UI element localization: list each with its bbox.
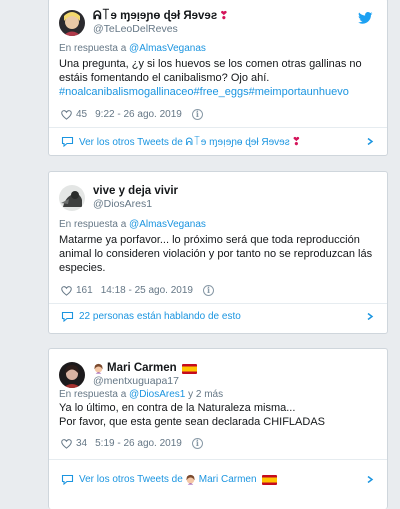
display-name-text[interactable]: Mari Carmen [107, 362, 177, 375]
conversation-icon [61, 136, 74, 147]
user-handle[interactable]: @TeLeoDelReves [93, 23, 228, 36]
tweet-meta: 45 9:22 - 26 ago. 2019 i [61, 109, 203, 120]
avatar[interactable] [59, 185, 85, 211]
divider [49, 127, 387, 128]
timestamp[interactable]: 14:18 - 25 ago. 2019 [101, 285, 193, 296]
woman-emoji-icon [94, 363, 103, 374]
tweet-text: Matarme ya porfavor... lo próximo será q… [59, 233, 379, 275]
tweet-meta: 34 5:19 - 26 ago. 2019 i [61, 438, 203, 449]
display-name[interactable]: vive y deja vivir [93, 185, 178, 198]
tweet-card[interactable]: vive y deja vivir @DiosAres1 En respuest… [48, 171, 388, 334]
spain-flag-icon [261, 474, 277, 485]
like-count: 161 [76, 285, 93, 296]
heart-emoji-icon: ❣ [291, 136, 301, 148]
heart-emoji-icon: ❣ [219, 10, 229, 22]
tweet-header: vive y deja vivir @DiosAres1 [59, 185, 178, 211]
reply-prefix: En respuesta a [59, 43, 130, 54]
heart-icon[interactable] [61, 109, 72, 120]
more-tweets-link[interactable]: Ver los otros Tweets de ᕱ꓄ɘ ɱɘı̣ɘɲɵ ɖɘł … [61, 135, 375, 148]
like-count: 34 [76, 438, 88, 449]
conversation-icon [61, 311, 74, 322]
reply-mention-link[interactable]: @AlmasVeganas [129, 219, 206, 230]
display-name-text[interactable]: ᕱ꓄ɘ ɱɘı̣ɘɲɵ ɖɘł Яɘvɘƨ [93, 10, 217, 23]
avatar[interactable] [59, 10, 85, 36]
conversation-icon [61, 474, 74, 485]
like-count: 45 [76, 109, 88, 120]
tweet-text: Una pregunta, ¿y si los huevos se los co… [59, 57, 379, 99]
timestamp[interactable]: 5:19 - 26 ago. 2019 [95, 438, 182, 449]
reply-prefix: En respuesta a [59, 219, 130, 230]
heart-icon[interactable] [61, 285, 72, 296]
reply-prefix: En respuesta a [59, 389, 130, 400]
timestamp[interactable]: 9:22 - 26 ago. 2019 [95, 109, 182, 120]
info-icon[interactable]: i [191, 109, 203, 120]
info-icon[interactable]: i [203, 285, 214, 296]
display-name-text[interactable]: vive y deja vivir [93, 185, 178, 198]
tweet-body: Matarme ya porfavor... lo próximo será q… [59, 234, 373, 274]
divider [49, 459, 387, 460]
chevron-right-icon[interactable] [365, 476, 375, 483]
tweet-body-line: Ya lo último, en contra de la Naturaleza… [59, 402, 296, 414]
tweet-header: Mari Carmen @mentxuguapa17 [59, 362, 197, 388]
avatar[interactable] [59, 362, 85, 388]
tweet-card[interactable]: ᕱ꓄ɘ ɱɘı̣ɘɲɵ ɖɘł Яɘvɘƨ ❣ @TeLeoDelReves E… [48, 0, 388, 156]
reply-context: En respuesta a @AlmasVeganas [59, 219, 206, 230]
display-name[interactable]: ᕱ꓄ɘ ɱɘı̣ɘɲɵ ɖɘł Яɘvɘƨ ❣ [93, 10, 228, 23]
chevron-right-icon[interactable] [365, 313, 375, 320]
footer-text[interactable]: Ver los otros Tweets de ᕱ꓄ɘ ɱɘı̣ɘɲɵ ɖɘł … [79, 135, 290, 148]
hashtag-links[interactable]: #noalcanibalismogallinaceo#free_eggs#mei… [59, 86, 349, 98]
tweet-header: ᕱ꓄ɘ ɱɘı̣ɘɲɵ ɖɘł Яɘvɘƨ ❣ @TeLeoDelReves [59, 10, 228, 36]
tweet-meta: 161 14:18 - 25 ago. 2019 i [61, 285, 214, 296]
display-name[interactable]: Mari Carmen [93, 362, 197, 375]
footer-text[interactable]: 22 personas están hablando de esto [79, 311, 241, 322]
tweet-text: Ya lo último, en contra de la Naturaleza… [59, 401, 379, 429]
spain-flag-icon [181, 363, 197, 374]
info-icon[interactable]: i [191, 438, 203, 449]
twitter-bird-icon[interactable] [358, 12, 373, 24]
heart-icon[interactable] [61, 438, 72, 449]
user-handle[interactable]: @DiosAres1 [93, 198, 178, 211]
reply-mention-link[interactable]: @AlmasVeganas [129, 43, 206, 54]
reply-mention-link[interactable]: @DiosAres1 [129, 389, 185, 400]
tweet-body: Una pregunta, ¿y si los huevos se los co… [59, 58, 362, 84]
tweet-body-line: Por favor, que esta gente sean declarada… [59, 416, 325, 428]
reply-suffix: y 2 más [185, 389, 224, 400]
tweet-card[interactable]: Mari Carmen @mentxuguapa17 En respuesta … [48, 348, 388, 509]
conversation-link[interactable]: 22 personas están hablando de esto [61, 311, 375, 322]
footer-text[interactable]: Ver los otros Tweets de [79, 474, 183, 485]
chevron-right-icon[interactable] [365, 138, 375, 145]
woman-emoji-icon [186, 474, 195, 485]
more-tweets-link[interactable]: Ver los otros Tweets de Mari Carmen [61, 474, 375, 485]
reply-context: En respuesta a @AlmasVeganas [59, 43, 206, 54]
reply-context: En respuesta a @DiosAres1 y 2 más [59, 389, 223, 400]
divider [49, 303, 387, 304]
user-handle[interactable]: @mentxuguapa17 [93, 375, 197, 388]
footer-user-name[interactable]: Mari Carmen [199, 474, 257, 485]
